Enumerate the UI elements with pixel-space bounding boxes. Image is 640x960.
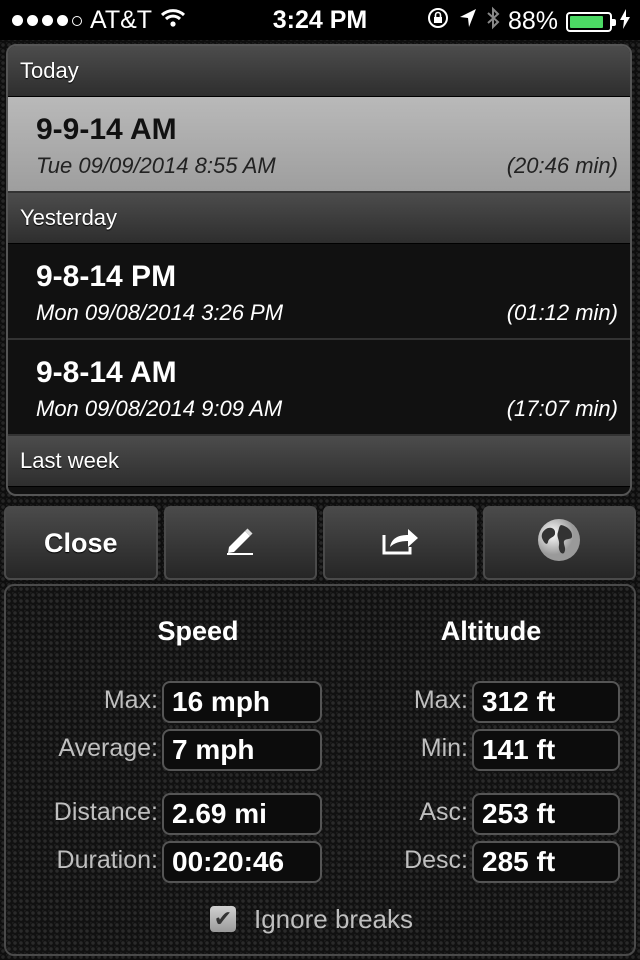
session-date: Mon 09/08/2014 9:09 AM [36, 396, 283, 421]
altitude-max-label: Max: [413, 686, 468, 714]
section-header-yesterday: Yesterday [8, 193, 630, 244]
altitude-max-field: 312 ft [472, 681, 620, 723]
ascent-label: Asc: [419, 798, 468, 826]
altitude-min-label: Min: [420, 734, 468, 762]
session-title: 9-8-14 AM [36, 356, 177, 389]
altitude-min-field: 141 ft [472, 729, 620, 771]
globe-icon [536, 517, 582, 570]
battery-icon [566, 11, 616, 32]
speed-average-field: 7 mph [162, 729, 322, 771]
descent-field: 285 ft [472, 841, 620, 883]
status-right: 88% [426, 6, 630, 37]
stats-panel: Speed Altitude Max: 16 mph Average: 7 mp… [4, 584, 636, 956]
session-duration: (01:12 min) [506, 300, 618, 325]
speed-max-label: Max: [103, 686, 158, 714]
battery-percent: 88% [507, 7, 558, 35]
share-icon [380, 525, 420, 562]
duration-field: 00:20:46 [162, 841, 322, 883]
section-header-today: Today [8, 46, 630, 97]
session-date: Mon 09/08/2014 3:26 PM [36, 300, 284, 325]
charging-bolt-icon [620, 7, 630, 36]
altitude-heading: Altitude [440, 616, 542, 646]
location-arrow-icon [458, 7, 478, 36]
section-header-last-week: Last week [8, 436, 630, 487]
close-button[interactable]: Close [4, 506, 158, 580]
pencil-icon [223, 525, 257, 562]
ascent-field: 253 ft [472, 793, 620, 835]
battery-nub [612, 18, 616, 26]
session-title: 9-9-14 AM [36, 113, 177, 146]
distance-field: 2.69 mi [162, 793, 322, 835]
speed-max-field: 16 mph [162, 681, 322, 723]
status-bar: AT&T 3:24 PM 88% [0, 0, 640, 40]
battery-level [570, 15, 603, 28]
map-button[interactable] [482, 506, 636, 580]
speed-average-label: Average: [58, 734, 158, 762]
session-duration: (17:07 min) [506, 396, 618, 421]
list-item[interactable]: 9-8-14 PM Mon 09/08/2014 3:26 PM (01:12 … [8, 244, 630, 340]
speed-heading: Speed [157, 616, 239, 646]
distance-label: Distance: [53, 798, 158, 826]
session-date: Tue 09/09/2014 8:55 AM [36, 153, 276, 178]
duration-label: Duration: [56, 846, 158, 874]
edit-button[interactable] [163, 506, 317, 580]
list-item[interactable]: 9-8-14 AM Mon 09/08/2014 9:09 AM (17:07 … [8, 340, 630, 436]
share-button[interactable] [323, 506, 477, 580]
orientation-lock-icon [426, 6, 450, 37]
session-title: 9-8-14 PM [36, 260, 177, 293]
descent-label: Desc: [404, 846, 468, 874]
session-list: Today 9-9-14 AM Tue 09/09/2014 8:55 AM (… [6, 44, 632, 496]
toolbar: Close [4, 506, 636, 580]
list-item[interactable]: 9-9-14 AM Tue 09/09/2014 8:55 AM (20:46 … [8, 97, 630, 193]
session-duration: (20:46 min) [506, 153, 618, 178]
ignore-breaks-label[interactable]: Ignore breaks [254, 904, 413, 935]
ignore-breaks-checkbox[interactable]: ✔ [210, 906, 236, 932]
bluetooth-icon [486, 6, 500, 37]
